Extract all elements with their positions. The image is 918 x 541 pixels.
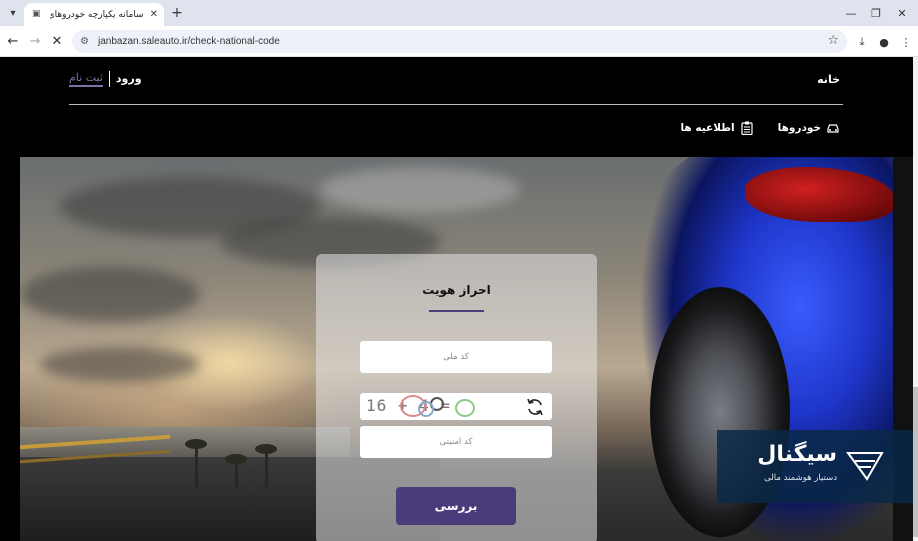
main-menu: خودروها اطلاعیه ها (680, 121, 840, 135)
card-title: احراز هویت (422, 283, 491, 297)
identity-verification-card: احراز هویت 16 + 4 = بررسی (316, 254, 597, 541)
login-link[interactable]: ورود (108, 71, 142, 87)
maximize-icon[interactable]: ❐ (867, 4, 885, 22)
web-page: خانه ورود ثبت نام خودروها اطلاعیه ها احر… (0, 57, 918, 541)
ad-tagline: دستیار هوشمند مالی (764, 473, 837, 483)
back-icon[interactable]: ← (5, 33, 21, 49)
refresh-captcha-icon[interactable] (524, 396, 546, 418)
site-favicon-icon: ▣ (32, 8, 41, 19)
browser-tab[interactable]: ▣ سامانه یکپارچه خودروهای جانبازان ✕ (24, 3, 164, 26)
clipboard-icon (740, 121, 754, 135)
menu-item-label: خودروها (777, 122, 821, 134)
forward-icon[interactable]: → (27, 33, 43, 49)
tab-search-button[interactable]: ▾ (4, 4, 22, 22)
bookmark-star-icon[interactable]: ☆ (827, 33, 839, 48)
stop-loading-icon[interactable]: ✕ (49, 33, 65, 49)
title-underline (429, 310, 484, 312)
tab-title: سامانه یکپارچه خودروهای جانبازان (50, 9, 144, 20)
signal-logo-icon (845, 449, 885, 483)
menu-item-announcements[interactable]: اطلاعیه ها (680, 121, 753, 135)
scrollbar-thumb[interactable] (913, 387, 918, 537)
site-header: خانه ورود ثبت نام خودروها اطلاعیه ها (0, 57, 913, 157)
car-icon (826, 121, 840, 135)
profile-avatar-icon[interactable]: ● (876, 34, 892, 50)
captcha-box: 16 + 4 = (360, 393, 552, 420)
security-code-input[interactable] (360, 426, 552, 458)
site-info-icon[interactable]: ⚙ (80, 36, 94, 47)
url-text: janbazan.saleauto.ir/check-national-code (98, 36, 280, 47)
browser-toolbar: ← → ✕ ⚙ janbazan.saleauto.ir/check-natio… (0, 26, 918, 57)
check-submit-button[interactable]: بررسی (396, 487, 516, 525)
browser-menu-icon[interactable]: ⋮ (898, 34, 914, 50)
auth-links: ورود ثبت نام (69, 71, 142, 87)
tab-strip: ▾ ▣ سامانه یکپارچه خودروهای جانبازان ✕ +… (0, 0, 918, 26)
signal-ad-banner[interactable]: سیگنال دستیار هوشمند مالی (717, 430, 913, 503)
national-code-input[interactable] (360, 341, 552, 373)
address-bar[interactable]: ⚙ janbazan.saleauto.ir/check-national-co… (72, 30, 847, 53)
new-tab-button[interactable]: + (169, 4, 185, 22)
nav-home-link[interactable]: خانه (817, 73, 840, 86)
register-link[interactable]: ثبت نام (69, 71, 103, 87)
minimize-icon[interactable]: — (842, 4, 860, 22)
close-window-icon[interactable]: ✕ (893, 4, 911, 22)
tab-close-icon[interactable]: ✕ (150, 9, 158, 20)
menu-item-label: اطلاعیه ها (680, 122, 735, 134)
header-divider (69, 104, 843, 105)
ad-brand-name: سیگنال (757, 442, 837, 467)
menu-item-cars[interactable]: خودروها (778, 121, 840, 135)
download-icon[interactable]: ⤓ (854, 34, 870, 50)
